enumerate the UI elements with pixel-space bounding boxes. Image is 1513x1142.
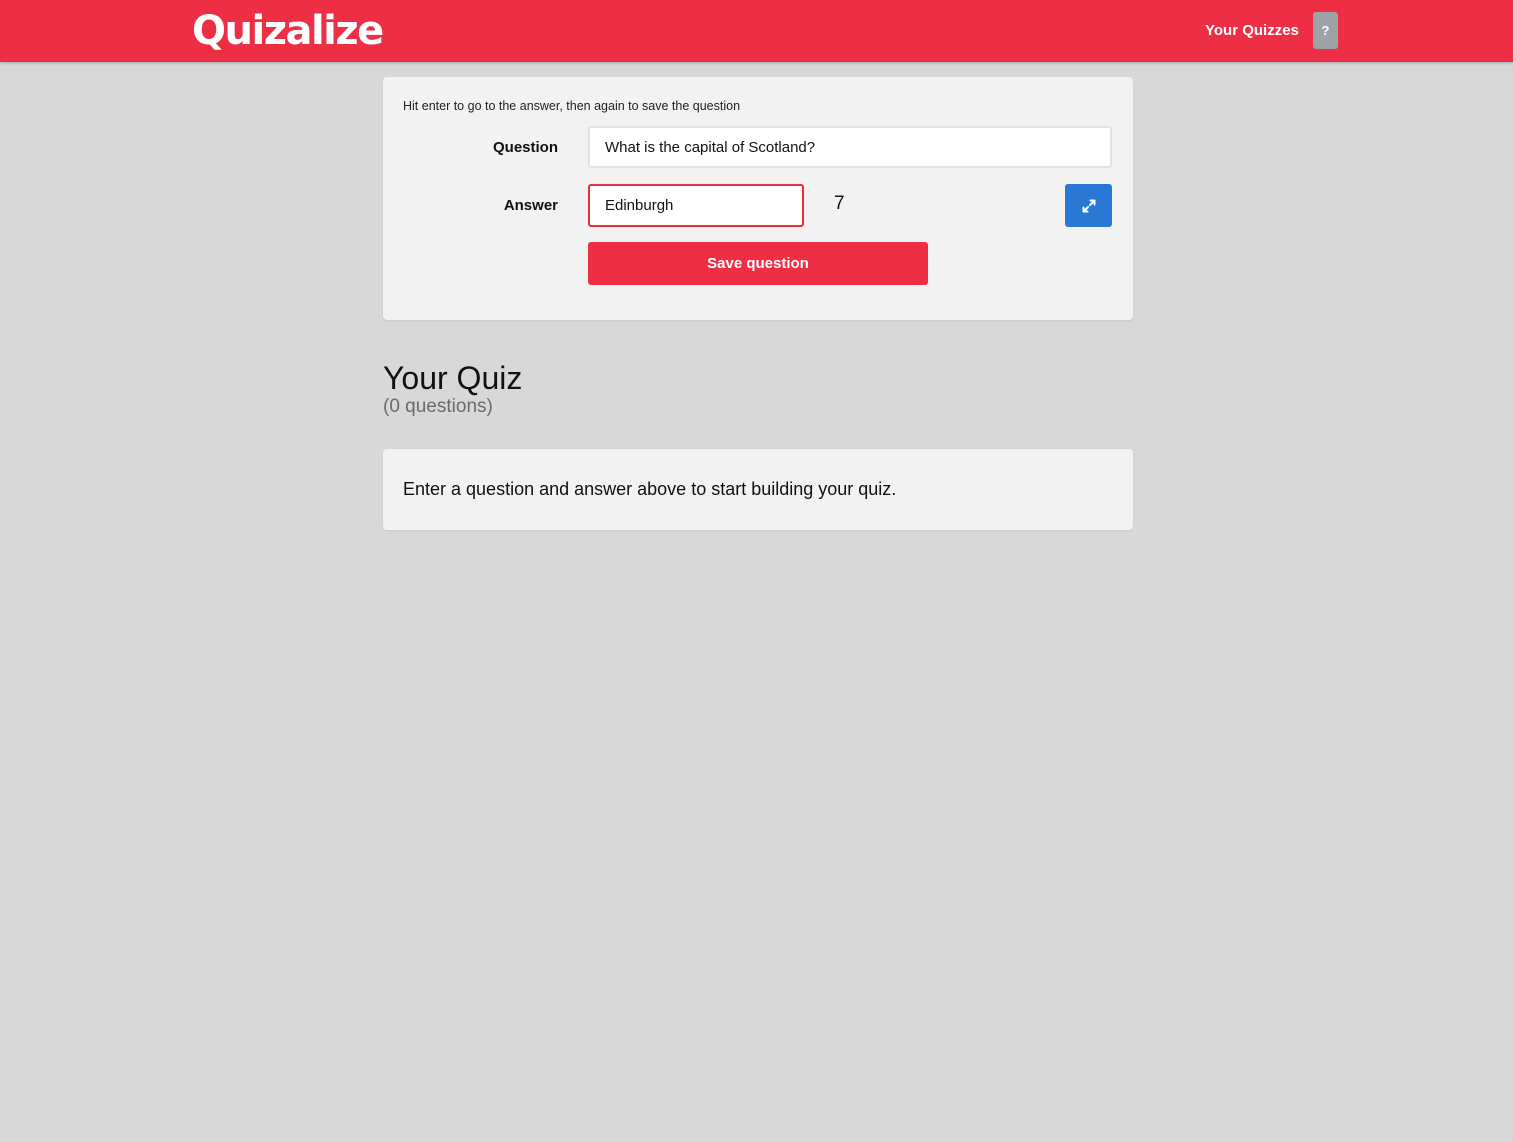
empty-quiz-card: Enter a question and answer above to sta… — [383, 449, 1133, 530]
answer-input[interactable] — [588, 184, 804, 227]
answer-label: Answer — [503, 197, 558, 214]
save-question-button[interactable]: Save question — [588, 242, 928, 285]
quiz-question-count: (0 questions) — [383, 396, 493, 417]
help-button[interactable]: ? — [1313, 12, 1338, 49]
quiz-title: Your Quiz — [383, 360, 523, 396]
help-icon: ? — [1321, 23, 1330, 38]
top-nav-bar: Quizalize Your Quizzes ? — [0, 0, 1513, 62]
editor-hint: Hit enter to go to the answer, then agai… — [403, 99, 741, 113]
answer-char-count: 7 — [834, 193, 845, 214]
empty-quiz-message: Enter a question and answer above to sta… — [403, 479, 897, 499]
quizalize-logo[interactable]: Quizalize — [192, 6, 384, 56]
question-input[interactable] — [588, 126, 1112, 168]
question-label: Question — [492, 139, 558, 156]
question-editor-card: Hit enter to go to the answer, then agai… — [383, 77, 1133, 320]
expand-icon — [1082, 199, 1095, 212]
expand-button[interactable] — [1065, 184, 1112, 227]
your-quizzes-link[interactable]: Your Quizzes — [1205, 22, 1299, 39]
